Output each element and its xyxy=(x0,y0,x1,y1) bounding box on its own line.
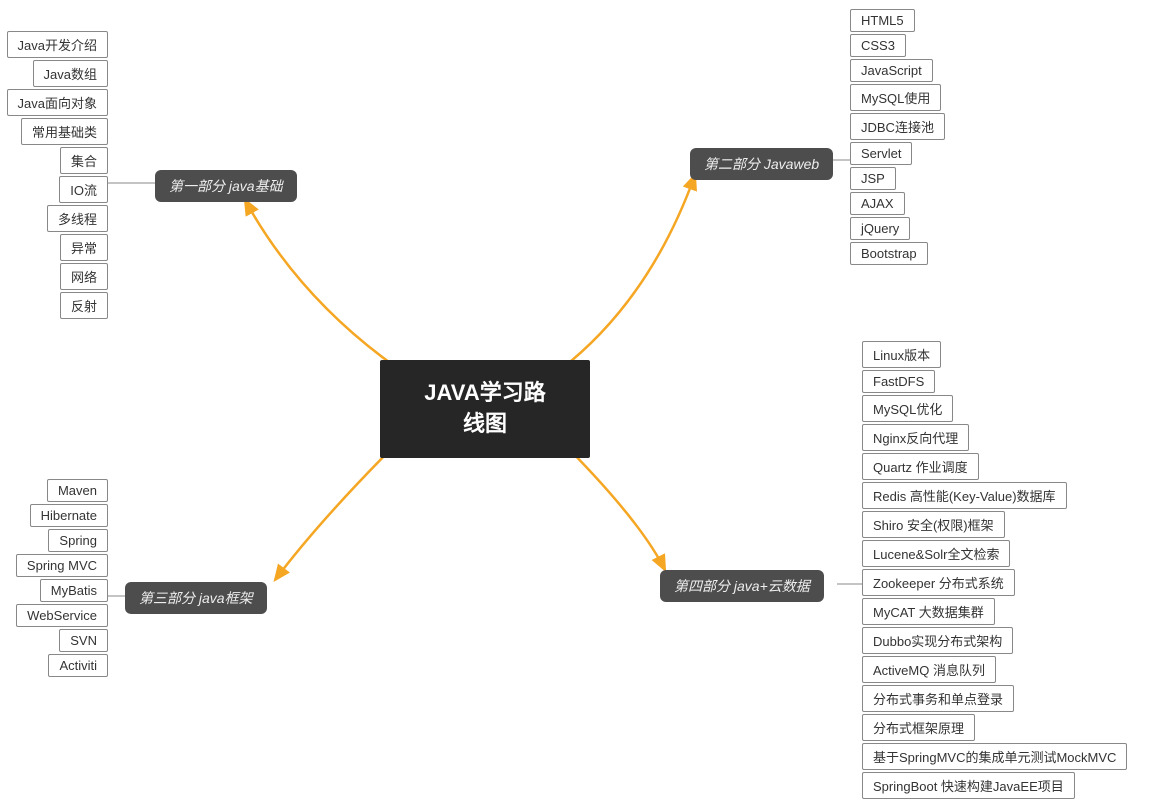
leaf-part2-9[interactable]: Bootstrap xyxy=(850,242,928,265)
leaf-part4-8[interactable]: Zookeeper 分布式系统 xyxy=(862,569,1015,596)
leaf-part4-11[interactable]: ActiveMQ 消息队列 xyxy=(862,656,996,683)
leaf-part4-5[interactable]: Redis 高性能(Key-Value)数据库 xyxy=(862,482,1067,509)
leaf-part1-7[interactable]: 异常 xyxy=(60,234,108,261)
leaf-part2-7[interactable]: AJAX xyxy=(850,192,905,215)
branch-part3[interactable]: 第三部分 java框架 xyxy=(125,582,267,614)
leaf-part1-0[interactable]: Java开发介绍 xyxy=(7,31,108,58)
leaf-part3-6[interactable]: SVN xyxy=(59,629,108,652)
leaf-part1-9[interactable]: 反射 xyxy=(60,292,108,319)
center-title-line1: JAVA学习路 xyxy=(424,380,545,405)
leaf-part4-3[interactable]: Nginx反向代理 xyxy=(862,424,969,451)
leaf-part2-6[interactable]: JSP xyxy=(850,167,896,190)
leaf-part4-12[interactable]: 分布式事务和单点登录 xyxy=(862,685,1014,712)
leaf-part4-14[interactable]: 基于SpringMVC的集成单元测试MockMVC xyxy=(862,743,1127,770)
leaf-part4-4[interactable]: Quartz 作业调度 xyxy=(862,453,979,480)
leaf-part1-5[interactable]: IO流 xyxy=(59,176,108,203)
leaf-list-part2: HTML5CSS3JavaScriptMySQL使用JDBC连接池Servlet… xyxy=(850,8,945,266)
leaf-part2-3[interactable]: MySQL使用 xyxy=(850,84,941,111)
leaf-part3-5[interactable]: WebService xyxy=(16,604,108,627)
leaf-part1-3[interactable]: 常用基础类 xyxy=(21,118,108,145)
leaf-part4-1[interactable]: FastDFS xyxy=(862,370,935,393)
branch-part1[interactable]: 第一部分 java基础 xyxy=(155,170,297,202)
leaf-part3-4[interactable]: MyBatis xyxy=(40,579,108,602)
branch-part3-label: 第三部分 java框架 xyxy=(139,590,253,606)
branch-part1-label: 第一部分 java基础 xyxy=(169,178,283,194)
leaf-part4-0[interactable]: Linux版本 xyxy=(862,341,941,368)
leaf-part1-2[interactable]: Java面向对象 xyxy=(7,89,108,116)
leaf-part4-15[interactable]: SpringBoot 快速构建JavaEE项目 xyxy=(862,772,1075,799)
leaf-part1-4[interactable]: 集合 xyxy=(60,147,108,174)
leaf-part4-10[interactable]: Dubbo实现分布式架构 xyxy=(862,627,1013,654)
center-node[interactable]: JAVA学习路 线图 xyxy=(380,360,590,458)
leaf-part3-3[interactable]: Spring MVC xyxy=(16,554,108,577)
branch-part4-label: 第四部分 java+云数据 xyxy=(674,578,810,594)
leaf-part4-7[interactable]: Lucene&Solr全文检索 xyxy=(862,540,1010,567)
leaf-part1-8[interactable]: 网络 xyxy=(60,263,108,290)
leaf-part2-0[interactable]: HTML5 xyxy=(850,9,915,32)
leaf-part2-2[interactable]: JavaScript xyxy=(850,59,933,82)
leaf-part4-6[interactable]: Shiro 安全(权限)框架 xyxy=(862,511,1005,538)
leaf-list-part3: MavenHibernateSpringSpring MVCMyBatisWeb… xyxy=(20,478,108,678)
leaf-part3-0[interactable]: Maven xyxy=(47,479,108,502)
center-title-line2: 线图 xyxy=(463,411,507,436)
leaf-list-part1: Java开发介绍Java数组Java面向对象常用基础类集合IO流多线程异常网络反… xyxy=(20,30,108,320)
leaf-part3-1[interactable]: Hibernate xyxy=(30,504,108,527)
leaf-part2-8[interactable]: jQuery xyxy=(850,217,910,240)
leaf-part2-1[interactable]: CSS3 xyxy=(850,34,906,57)
branch-part2-label: 第二部分 Javaweb xyxy=(704,156,819,172)
leaf-part1-1[interactable]: Java数组 xyxy=(33,60,108,87)
branch-part4[interactable]: 第四部分 java+云数据 xyxy=(660,570,824,602)
leaf-list-part4: Linux版本FastDFSMySQL优化Nginx反向代理Quartz 作业调… xyxy=(862,340,1127,800)
leaf-part2-5[interactable]: Servlet xyxy=(850,142,912,165)
leaf-part3-2[interactable]: Spring xyxy=(48,529,108,552)
leaf-part2-4[interactable]: JDBC连接池 xyxy=(850,113,945,140)
leaf-part4-2[interactable]: MySQL优化 xyxy=(862,395,953,422)
leaf-part4-9[interactable]: MyCAT 大数据集群 xyxy=(862,598,995,625)
branch-part2[interactable]: 第二部分 Javaweb xyxy=(690,148,833,180)
leaf-part4-13[interactable]: 分布式框架原理 xyxy=(862,714,975,741)
leaf-part1-6[interactable]: 多线程 xyxy=(47,205,108,232)
leaf-part3-7[interactable]: Activiti xyxy=(48,654,108,677)
